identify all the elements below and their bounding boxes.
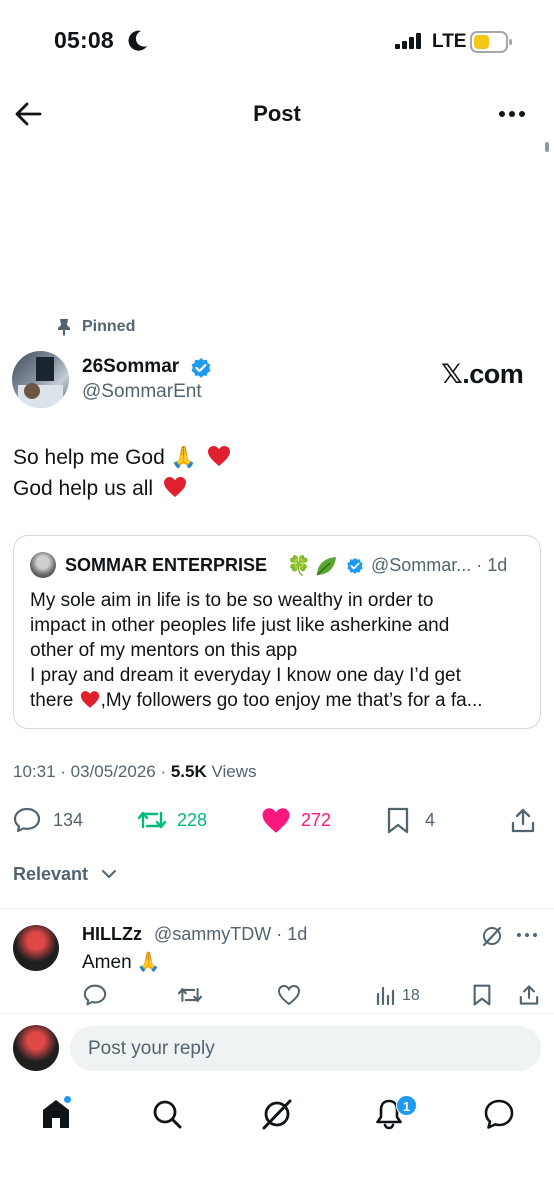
verified-badge-icon — [347, 557, 363, 574]
notifications-badge: 1 — [396, 1095, 417, 1116]
divider — [0, 1013, 554, 1014]
page-title: Post — [253, 101, 301, 126]
user-avatar[interactable] — [13, 1025, 59, 1071]
reply-more-icon[interactable] — [516, 931, 538, 939]
reply-repost-icon[interactable] — [176, 984, 204, 1006]
share-icon[interactable] — [510, 807, 536, 834]
like-count: 272 — [301, 810, 332, 830]
pin-icon — [58, 319, 70, 336]
quoted-text-line: My sole aim in life is to be so wealthy … — [30, 590, 434, 611]
post-text: So help me God 🙏 God help us all — [13, 442, 231, 504]
pinned-label: Pinned — [82, 318, 136, 335]
post-text-line2: God help us all — [13, 477, 154, 500]
post-metadata: 10:31 · 03/05/2026 · 5.5K Views — [13, 762, 257, 782]
home-notification-dot — [63, 1095, 72, 1104]
network-type: LTE — [432, 31, 467, 52]
quoted-text-segment: ,My followers go too enjoy me that’s for… — [100, 690, 483, 711]
avatar-image — [18, 357, 63, 408]
signal-icon — [395, 33, 421, 49]
reply-share-icon[interactable] — [518, 984, 540, 1006]
author-name[interactable]: 26Sommar — [82, 356, 179, 378]
quoted-text-line: other of my mentors on this app — [30, 640, 298, 661]
clover-emoji-icon: 🍀 — [287, 556, 311, 577]
reply-bookmark-icon[interactable] — [472, 984, 492, 1006]
reply-text: Amen 🙏 — [82, 952, 161, 973]
reply-author-handle[interactable]: @sammyTDW · 1d — [154, 924, 307, 945]
moon-icon — [128, 30, 147, 51]
post-text-line1: So help me God 🙏 — [13, 446, 197, 469]
reply-count: 134 — [53, 810, 84, 830]
bookmark-icon[interactable] — [386, 807, 410, 834]
grok-nav-icon[interactable] — [261, 1098, 293, 1130]
search-icon[interactable] — [152, 1098, 182, 1130]
messages-icon[interactable] — [483, 1098, 515, 1130]
heart-emoji-icon — [207, 446, 230, 466]
heart-emoji-icon — [80, 691, 99, 708]
views-chart-icon[interactable] — [375, 984, 397, 1006]
repost-count: 228 — [177, 810, 208, 830]
leaf-emoji-icon — [316, 557, 336, 576]
quoted-text-line: I pray and dream it everyday I know one … — [30, 665, 461, 686]
scrollbar[interactable] — [545, 142, 549, 152]
status-time: 05:08 — [54, 27, 114, 53]
reply-icon[interactable] — [13, 807, 41, 833]
reply-author-avatar[interactable] — [13, 925, 59, 971]
quoted-author-name: SOMMAR ENTERPRISE — [65, 555, 268, 575]
quoted-post[interactable]: SOMMAR ENTERPRISE 🍀 @Sommar... · 1d My s… — [13, 535, 541, 729]
reply-author-name[interactable]: HILLZz — [82, 924, 142, 945]
reply-comment-icon[interactable] — [83, 984, 107, 1006]
author-avatar[interactable] — [12, 351, 69, 408]
quoted-author-handle: @Sommar... · 1d — [371, 555, 508, 575]
post-timestamp: 10:31 · 03/05/2026 · — [13, 762, 171, 781]
divider — [0, 908, 554, 909]
reply-like-icon[interactable] — [277, 984, 301, 1006]
views-label: Views — [206, 762, 257, 781]
sort-dropdown[interactable]: Relevant — [13, 864, 88, 885]
author-handle[interactable]: @SommarEnt — [82, 381, 202, 403]
quoted-text-segment: there — [30, 690, 74, 711]
views-count: 5.5K — [170, 762, 207, 781]
reply-compose-input[interactable]: Post your reply — [70, 1026, 541, 1071]
chevron-down-icon[interactable] — [101, 868, 117, 880]
reply-views-count: 18 — [402, 987, 420, 1004]
battery-icon — [470, 31, 512, 53]
like-heart-icon[interactable] — [261, 807, 291, 834]
verified-badge-icon — [191, 358, 211, 378]
x-com-brand: 𝕏.com — [441, 359, 524, 389]
quoted-text-line: impact in other peoples life just like a… — [30, 615, 450, 636]
quoted-author-avatar — [30, 552, 56, 578]
quoted-post-text: My sole aim in life is to be so wealthy … — [30, 588, 530, 713]
bookmark-count: 4 — [425, 810, 436, 830]
more-options-icon[interactable] — [498, 102, 526, 126]
grok-icon[interactable] — [481, 925, 503, 947]
repost-icon[interactable] — [136, 807, 168, 833]
heart-emoji-icon — [163, 477, 186, 497]
